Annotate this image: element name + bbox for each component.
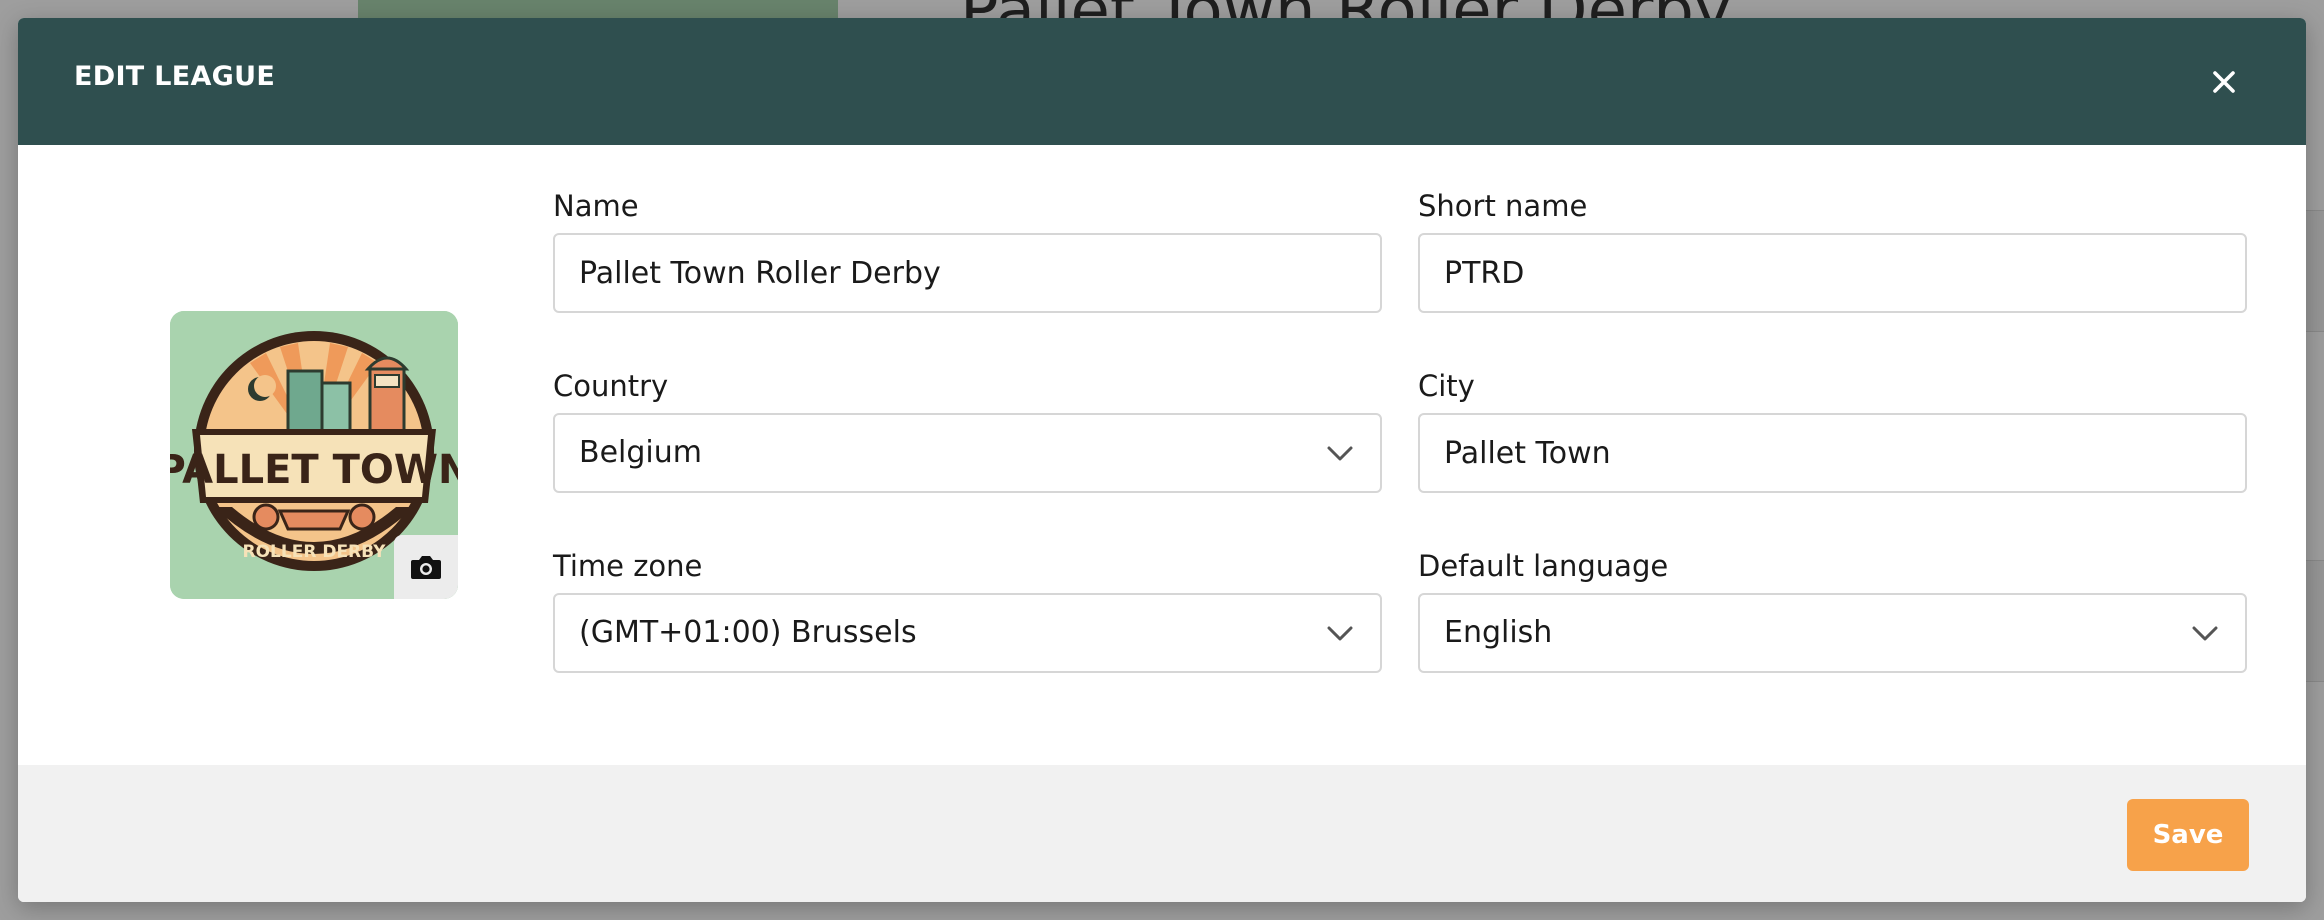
change-logo-button[interactable]	[394, 535, 458, 599]
name-input[interactable]	[555, 235, 1380, 311]
short-name-input[interactable]	[1420, 235, 2245, 311]
country-select[interactable]: Belgium	[553, 413, 1382, 493]
close-button[interactable]	[2204, 62, 2244, 102]
city-field[interactable]	[1418, 413, 2247, 493]
name-label: Name	[553, 189, 639, 223]
chevron-down-icon	[1327, 626, 1353, 641]
city-label: City	[1418, 369, 1475, 403]
chevron-down-icon	[2192, 626, 2218, 641]
modal-footer	[18, 765, 2306, 902]
chevron-down-icon	[1327, 446, 1353, 461]
logo-bottom-text: ROLLER DERBY	[243, 542, 387, 562]
city-input[interactable]	[1420, 415, 2245, 491]
modal-header: EDIT LEAGUE	[18, 18, 2306, 145]
short-name-label: Short name	[1418, 189, 1588, 223]
time-zone-label: Time zone	[553, 549, 703, 583]
name-field[interactable]	[553, 233, 1382, 313]
default-language-select[interactable]: English	[1418, 593, 2247, 673]
country-label: Country	[553, 369, 669, 403]
short-name-field[interactable]	[1418, 233, 2247, 313]
time-zone-select[interactable]: (GMT+01:00) Brussels	[553, 593, 1382, 673]
logo-top-text: PALLET TOWN	[170, 447, 458, 493]
modal-title: EDIT LEAGUE	[74, 61, 276, 92]
time-zone-selected-value: (GMT+01:00) Brussels	[579, 615, 917, 650]
default-language-selected-value: English	[1444, 615, 1553, 650]
default-language-label: Default language	[1418, 549, 1669, 583]
league-logo[interactable]: PALLET TOWN ROLLER DERBY	[170, 311, 458, 599]
camera-icon	[411, 556, 441, 579]
save-button[interactable]: Save	[2127, 799, 2249, 871]
country-selected-value: Belgium	[579, 435, 702, 470]
edit-league-modal: EDIT LEAGUE PALLET TOWN ROLLER DERBY Nam…	[18, 18, 2306, 902]
close-icon	[2213, 71, 2235, 93]
